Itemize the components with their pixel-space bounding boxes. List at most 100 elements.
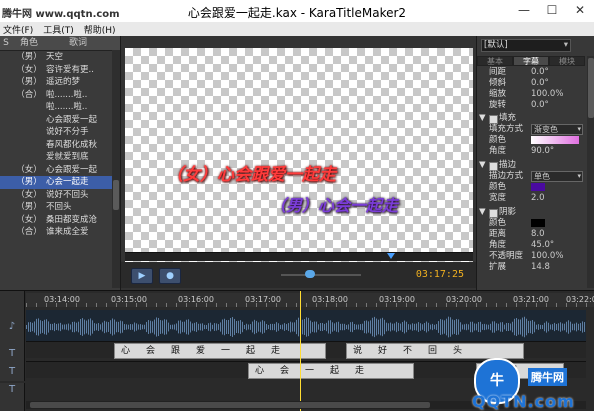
lyric-list-row[interactable]: （女） 桑田都变成沧	[0, 214, 120, 227]
header-role[interactable]: 角色	[12, 36, 46, 50]
stroke-checkbox[interactable]	[489, 162, 498, 171]
minimize-button[interactable]: —	[510, 0, 538, 20]
lyric-list-row[interactable]: 春风都化成秋	[0, 139, 120, 152]
tab-subtitle[interactable]: 字幕	[513, 56, 549, 66]
expand-icon[interactable]: ▼	[479, 113, 486, 124]
lyric-list-row[interactable]: （男） 心会一起走	[0, 176, 120, 189]
value[interactable]: 8.0	[531, 229, 545, 240]
lyrics-scrollbar[interactable]	[112, 50, 120, 288]
tab-basic[interactable]: 基本	[477, 56, 513, 66]
lyric-list-row[interactable]: 说好不分手	[0, 126, 120, 139]
waveform-bar	[106, 321, 107, 333]
waveform-bar	[450, 317, 451, 337]
expand-icon[interactable]: ▼	[479, 160, 486, 171]
lyric-list-row[interactable]: （女） 心会跟爱一起	[0, 164, 120, 177]
waveform-bar	[344, 323, 345, 331]
section-fill: ▼ 填充	[477, 113, 585, 124]
waveform-bar	[92, 320, 93, 334]
lyric-list-row[interactable]: （女） 容许爱有更..	[0, 64, 120, 77]
value[interactable]: 0.0°	[531, 100, 549, 111]
waveform-bar	[34, 321, 35, 333]
menu-tools[interactable]: 工具(T)	[43, 23, 74, 36]
row-role: （女）	[16, 189, 42, 200]
playhead[interactable]	[300, 291, 301, 411]
expand-icon[interactable]: ▼	[479, 207, 486, 218]
time-ruler[interactable]: 03:14:00 03:15:00 03:16:00 03:17:00 03:1…	[26, 293, 594, 307]
tab-module[interactable]: 模块	[549, 56, 585, 66]
seek-bar[interactable]	[125, 252, 473, 261]
waveform-bar	[486, 324, 487, 330]
waveform-bar	[170, 324, 171, 330]
lyric-list-row[interactable]: 心会跟爱一起	[0, 114, 120, 127]
text-track-icon: T	[8, 384, 16, 395]
shadow-checkbox[interactable]	[489, 209, 498, 218]
waveform-bar	[566, 321, 567, 333]
value[interactable]: 14.8	[531, 262, 550, 273]
waveform-bar	[248, 324, 249, 330]
volume-slider-knob[interactable]	[305, 270, 315, 278]
label: 填充方式	[489, 124, 524, 134]
close-button[interactable]: ✕	[566, 0, 594, 20]
menu-help[interactable]: 帮助(H)	[84, 23, 116, 36]
prop-shadow-expand: 扩展 14.8	[477, 262, 585, 273]
lyric-list-row[interactable]: 爱就爱到底	[0, 151, 120, 164]
waveform-bar	[184, 321, 185, 333]
value[interactable]: 100.0%	[531, 89, 563, 100]
stroke-mode-dropdown[interactable]: 单色 ▾	[531, 171, 583, 182]
menu-file[interactable]: 文件(F)	[3, 23, 33, 36]
shadow-color-swatch[interactable]	[531, 219, 545, 227]
value[interactable]: 100.0%	[531, 251, 563, 262]
lyric-list-row[interactable]: （女） 说好不回头	[0, 189, 120, 202]
scroll-thumb[interactable]	[113, 180, 119, 210]
audio-waveform[interactable]	[26, 310, 586, 344]
maximize-button[interactable]: ☐	[538, 0, 566, 20]
lyric-list-row[interactable]: （男） 不回头	[0, 201, 120, 214]
lyric-list-row[interactable]: （男） 天空	[0, 51, 120, 64]
lyric-segment[interactable]: 心会跟爱一起走	[114, 343, 326, 359]
stroke-color-swatch[interactable]	[531, 183, 545, 191]
lyric-list-row[interactable]: （男） 遥远的梦	[0, 76, 120, 89]
label: 颜色	[489, 135, 507, 145]
lyric-segment[interactable]: 心会一起走	[248, 363, 414, 379]
header-s[interactable]: S	[0, 36, 12, 50]
label: 阴影	[499, 207, 517, 217]
volume-slider-track[interactable]	[281, 274, 361, 276]
fill-checkbox[interactable]	[489, 115, 498, 124]
waveform-bar	[420, 323, 421, 331]
lyric-list-row[interactable]: 啦.......啦..	[0, 101, 120, 114]
waveform-bar	[302, 319, 303, 335]
value[interactable]: 45.0°	[531, 240, 554, 251]
value[interactable]: 2.0	[531, 193, 545, 204]
waveform-bar	[152, 321, 153, 333]
lyric-list-row[interactable]: （合） 啦.......啦..	[0, 89, 120, 102]
value[interactable]: 0.0°	[531, 78, 549, 89]
value: 渐变色	[534, 125, 558, 134]
waveform-bar	[64, 324, 65, 330]
row-lyric: 啦.......啦..	[46, 89, 88, 100]
brand-en-text: QQTN.com	[472, 392, 575, 411]
waveform-bar	[268, 324, 269, 330]
value[interactable]: 90.0°	[531, 146, 554, 157]
value[interactable]: 0.0°	[531, 67, 549, 78]
label: 角度	[489, 240, 507, 250]
fill-gradient-swatch[interactable]	[531, 136, 579, 144]
stop-button[interactable]: ●	[159, 268, 181, 284]
props-scrollbar[interactable]	[587, 56, 594, 288]
scroll-thumb[interactable]	[588, 58, 594, 118]
row-lyric: 说好不回头	[46, 189, 89, 200]
waveform-bar	[70, 324, 71, 330]
fill-mode-dropdown[interactable]: 渐变色 ▾	[531, 124, 583, 135]
play-button[interactable]: ▶	[131, 268, 153, 284]
scroll-thumb[interactable]	[30, 402, 430, 408]
seek-marker[interactable]	[387, 253, 395, 259]
waveform-bar	[418, 322, 419, 332]
waveform-bar	[504, 324, 505, 330]
preset-select[interactable]: [默认] ▾	[481, 39, 571, 52]
lyric-list-row[interactable]: （合） 谁来成全爱	[0, 226, 120, 239]
waveform-bar	[166, 319, 167, 335]
waveform-bar	[570, 321, 571, 333]
waveform-bar	[238, 320, 239, 334]
label: 颜色	[489, 218, 507, 228]
header-lyric[interactable]: 歌词	[46, 36, 110, 50]
waveform-bar	[36, 318, 37, 336]
